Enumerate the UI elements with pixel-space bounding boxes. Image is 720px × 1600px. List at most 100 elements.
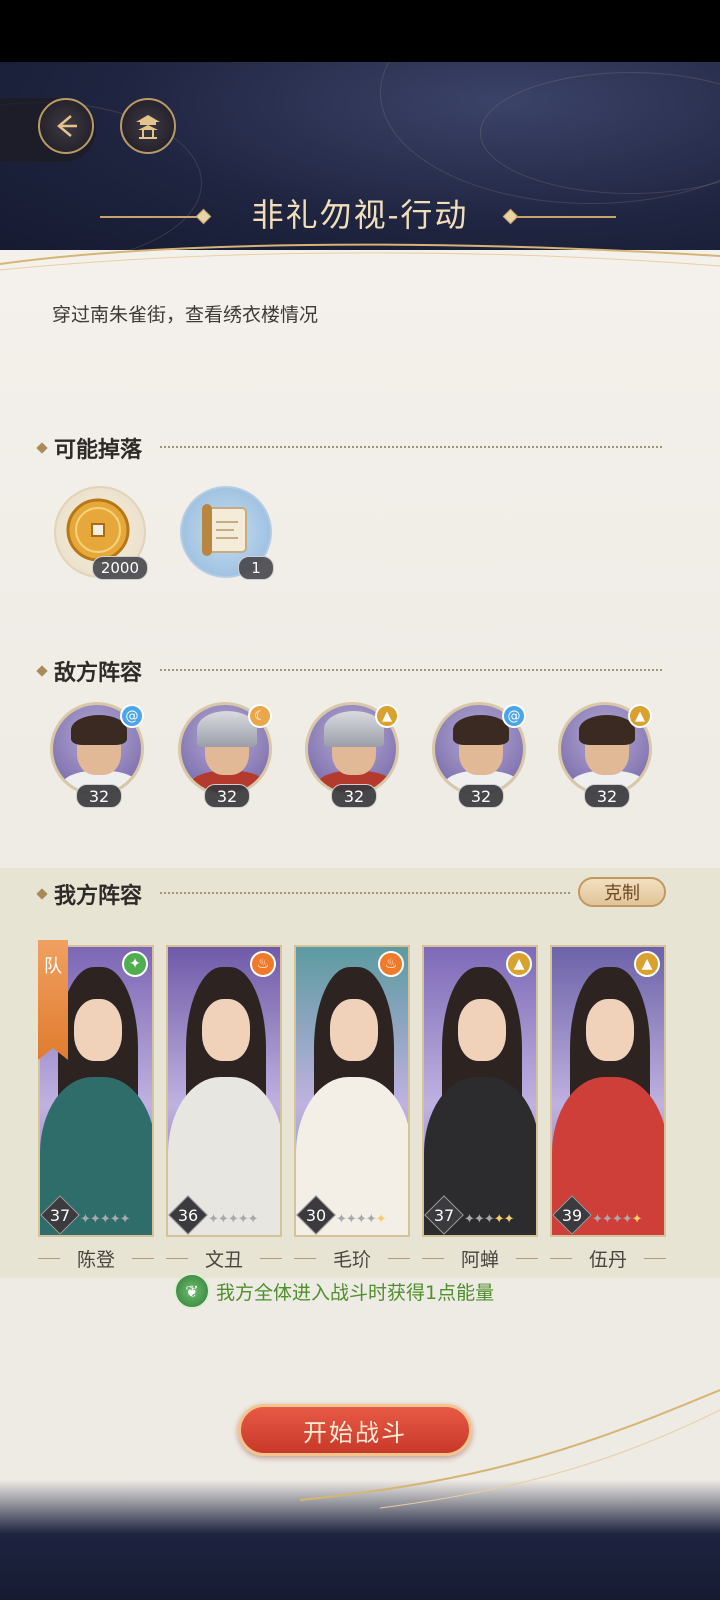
star-icon: ✦ <box>493 1212 505 1227</box>
member-level-text: 37 <box>433 1205 455 1225</box>
team-member-card[interactable]: ♨ 36 ✦✦✦✦✦ <box>166 945 282 1237</box>
star-icon: ✦ <box>217 1212 229 1227</box>
character-art <box>330 999 378 1061</box>
stage-description: 穿过南朱雀街，查看绣衣楼情况 <box>52 304 319 326</box>
enemies-divider <box>160 669 662 671</box>
element-icon: ♨ <box>378 951 404 977</box>
team-title-text: 我方阵容 <box>54 883 143 909</box>
member-level: 39 <box>554 1199 590 1231</box>
enemy-portrait[interactable]: @32 <box>50 702 148 808</box>
star-icon: ✦ <box>631 1212 643 1227</box>
page-title: 非礼勿视-行动 <box>251 196 469 234</box>
back-button[interactable] <box>38 98 94 154</box>
panel-gold-edge <box>0 243 720 271</box>
enemy-level: 32 <box>584 784 630 808</box>
enemy-level: 32 <box>204 784 250 808</box>
character-art <box>74 999 122 1061</box>
member-level-text: 39 <box>561 1205 583 1225</box>
star-icon: ✦ <box>483 1212 495 1227</box>
element-icon: ▲ <box>506 951 532 977</box>
team-member-card[interactable]: ▲ 37 ✦✦✦✦✦ <box>422 945 538 1237</box>
star-icon: ✦ <box>621 1212 633 1227</box>
star-icon: ✦ <box>473 1212 485 1227</box>
character-art <box>458 999 506 1061</box>
team-section-title: 我方阵容 <box>36 878 143 910</box>
character-art <box>202 999 250 1061</box>
star-icon: ✦ <box>109 1212 121 1227</box>
enemy-level: 32 <box>458 784 504 808</box>
element-icon: ▲ <box>634 951 660 977</box>
drops-title-text: 可能掉落 <box>54 437 143 463</box>
star-icon: ✦ <box>345 1212 357 1227</box>
section-diamond-icon <box>36 888 48 900</box>
character-art <box>586 999 634 1061</box>
star-rating: ✦✦✦✦✦ <box>80 1212 131 1227</box>
member-name: 阿蝉 <box>422 1245 538 1271</box>
leader-tag: 队 <box>38 940 68 1060</box>
member-level: 37 <box>42 1199 78 1231</box>
star-icon: ✦ <box>375 1212 387 1227</box>
drop-count: 1 <box>238 556 274 580</box>
star-icon: ✦ <box>247 1212 259 1227</box>
member-level-text: 36 <box>177 1205 199 1225</box>
member-name: 毛玠 <box>294 1245 410 1271</box>
star-icon: ✦ <box>99 1212 111 1227</box>
star-icon: ✦ <box>592 1212 603 1227</box>
team-member-card[interactable]: ▲ 39 ✦✦✦✦✦ <box>550 945 666 1237</box>
star-rating: ✦✦✦✦✦ <box>336 1212 387 1227</box>
member-name: 伍丹 <box>550 1245 666 1271</box>
home-button[interactable] <box>120 98 176 154</box>
drop-item[interactable]: 1 <box>180 486 274 580</box>
title-right-line <box>516 216 616 218</box>
enemy-portrait[interactable]: @32 <box>432 702 530 808</box>
moon-element-icon: ☾ <box>248 704 272 728</box>
mountain-element-icon: ▲ <box>375 704 399 728</box>
star-rating: ✦✦✦✦✦ <box>592 1212 643 1227</box>
team-divider <box>160 892 570 894</box>
member-level-text: 37 <box>49 1205 71 1225</box>
member-level: 37 <box>426 1199 462 1231</box>
star-icon: ✦ <box>365 1212 377 1227</box>
star-icon: ✦ <box>119 1212 131 1227</box>
back-arrow-icon <box>57 115 77 137</box>
star-icon: ✦ <box>336 1212 347 1227</box>
drops-divider <box>160 446 662 448</box>
element-icon: ♨ <box>250 951 276 977</box>
team-member-card[interactable]: ♨ 30 ✦✦✦✦✦ <box>294 945 410 1237</box>
star-rating: ✦✦✦✦✦ <box>208 1212 259 1227</box>
member-level-text: 30 <box>305 1205 327 1225</box>
member-name: 陈登 <box>38 1245 154 1271</box>
drop-count: 2000 <box>91 556 148 580</box>
enemy-portrait[interactable]: ☾ 32 <box>178 702 276 808</box>
member-level: 30 <box>298 1199 334 1231</box>
team-bonus: ❦ 我方全体进入战斗时获得1点能量 <box>174 1273 494 1309</box>
member-name: 文丑 <box>166 1245 282 1271</box>
start-battle-button[interactable]: 开始战斗 <box>238 1404 472 1456</box>
counter-button[interactable]: 克制 <box>578 877 666 907</box>
mountain-element-icon: ▲ <box>628 704 652 728</box>
drops-section-title: 可能掉落 <box>36 432 143 464</box>
element-icon: ✦ <box>122 951 148 977</box>
star-icon: ✦ <box>611 1212 623 1227</box>
enemy-portrait[interactable]: ▲ 32 <box>558 702 656 808</box>
enemies-title-text: 敌方阵容 <box>54 660 143 686</box>
team-bonus-text: 我方全体进入战斗时获得1点能量 <box>216 1281 495 1304</box>
pavilion-icon <box>136 115 160 139</box>
star-icon: ✦ <box>237 1212 249 1227</box>
star-icon: ✦ <box>464 1212 475 1227</box>
star-icon: ✦ <box>227 1212 239 1227</box>
drop-item[interactable]: 2000 <box>54 486 148 580</box>
section-diamond-icon <box>36 442 48 454</box>
star-icon: ✦ <box>355 1212 367 1227</box>
spiral-element-icon: @ <box>120 704 144 728</box>
status-bar <box>0 0 720 62</box>
enemy-level: 32 <box>76 784 122 808</box>
enemies-section-title: 敌方阵容 <box>36 655 143 687</box>
enemy-portrait[interactable]: ▲ 32 <box>305 702 403 808</box>
member-level: 36 <box>170 1199 206 1231</box>
enemy-level: 32 <box>331 784 377 808</box>
section-diamond-icon <box>36 665 48 677</box>
star-icon: ✦ <box>601 1212 613 1227</box>
spiral-element-icon: @ <box>502 704 526 728</box>
energy-leaf-icon: ❦ <box>174 1273 210 1309</box>
